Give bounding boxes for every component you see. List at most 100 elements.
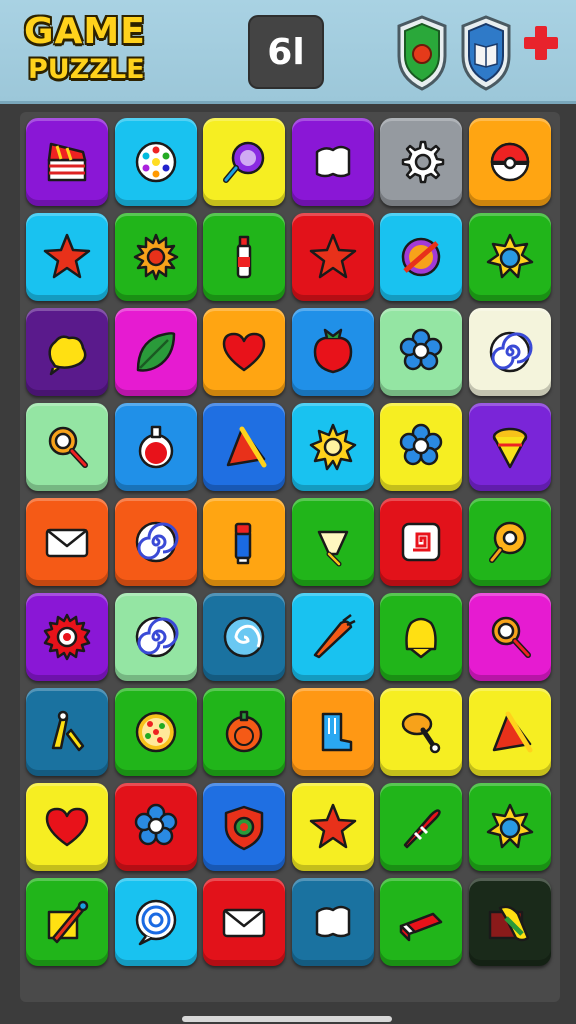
heart-icon: [222, 332, 266, 372]
tile-r8-c4[interactable]: [291, 783, 374, 871]
bottle-icon: [236, 235, 252, 279]
star-ball-icon: [486, 803, 534, 849]
top-bar: GAME PUZZLE 6l: [0, 0, 576, 104]
tile-r3-c3[interactable]: [203, 308, 286, 396]
magnifier-icon: [48, 426, 88, 468]
envelope-icon: [45, 528, 89, 558]
clapperboard-icon: [47, 142, 87, 182]
tile-r4-c1[interactable]: [26, 403, 108, 491]
tile-r1-c6[interactable]: [468, 118, 551, 206]
tile-r7-c4[interactable]: [291, 688, 374, 776]
tile-r1-c4[interactable]: [291, 118, 374, 206]
tile-r8-c1[interactable]: [26, 783, 108, 871]
tile-r9-c3[interactable]: [203, 878, 286, 966]
star-icon: [309, 803, 357, 849]
cloud-icon: [315, 905, 351, 938]
spiral-icon: [135, 521, 179, 563]
tile-r9-c6[interactable]: [468, 878, 551, 966]
tile-r4-c2[interactable]: [114, 403, 197, 491]
tile-r2-c5[interactable]: [380, 213, 463, 301]
logo-title-line2: PUZZLE: [28, 54, 145, 85]
blob-icon: [48, 335, 87, 376]
popsicle-icon: [488, 905, 530, 942]
tile-r9-c5[interactable]: [380, 878, 463, 966]
bell-icon: [405, 617, 438, 659]
tile-r6-c2[interactable]: [114, 593, 197, 681]
tile-r4-c4[interactable]: [291, 403, 374, 491]
tile-r9-c2[interactable]: [114, 878, 197, 966]
tile-r5-c1[interactable]: [26, 498, 108, 586]
tile-r6-c6[interactable]: [468, 593, 551, 681]
tile-r7-c1[interactable]: [26, 688, 108, 776]
green-shield-icon[interactable]: [394, 14, 450, 92]
tile-r4-c3[interactable]: [203, 403, 286, 491]
brush-icon: [47, 900, 89, 944]
pokeball-icon: [490, 142, 530, 182]
tile-r5-c3[interactable]: [203, 498, 286, 586]
tile-r5-c4[interactable]: [291, 498, 374, 586]
tile-r8-c2[interactable]: [114, 783, 197, 871]
tile-r4-c5[interactable]: [380, 403, 463, 491]
swirl-ball-icon: [223, 616, 265, 658]
tile-r3-c4[interactable]: [291, 308, 374, 396]
tile-r7-c5[interactable]: [380, 688, 463, 776]
target-icon: [135, 899, 176, 946]
tile-r1-c1[interactable]: [26, 118, 108, 206]
cloud-icon: [315, 145, 351, 178]
sun-gear-icon: [133, 233, 178, 281]
pens-icon: [51, 710, 85, 752]
gear-icon: [402, 140, 445, 184]
tile-r6-c3[interactable]: [203, 593, 286, 681]
tile-r1-c3[interactable]: [203, 118, 286, 206]
flag-icon: [226, 426, 267, 468]
tile-r6-c5[interactable]: [380, 593, 463, 681]
tile-r9-c4[interactable]: [291, 878, 374, 966]
tile-r2-c1[interactable]: [26, 213, 108, 301]
boot-icon: [321, 712, 353, 752]
tile-r8-c6[interactable]: [468, 783, 551, 871]
add-plus-icon[interactable]: [520, 22, 562, 64]
tile-r8-c5[interactable]: [380, 783, 463, 871]
flower-icon: [400, 423, 443, 466]
tile-r3-c1[interactable]: [26, 308, 108, 396]
game-logo: GAME PUZZLE: [24, 14, 146, 85]
tile-r7-c2[interactable]: [114, 688, 197, 776]
potion-icon: [223, 141, 265, 183]
tile-r6-c1[interactable]: [26, 593, 108, 681]
tile-r8-c3[interactable]: [203, 783, 286, 871]
tile-r1-c2[interactable]: [114, 118, 197, 206]
tile-r2-c6[interactable]: [468, 213, 551, 301]
marker-icon: [234, 522, 252, 565]
flag-icon: [492, 711, 533, 753]
ice-cream-icon: [317, 530, 349, 567]
shield-icon: [224, 805, 264, 851]
sun-icon: [309, 423, 357, 471]
heart-icon: [45, 807, 89, 847]
tile-r5-c6[interactable]: [468, 498, 551, 586]
star-icon: [43, 233, 91, 279]
tile-r2-c4[interactable]: [291, 213, 374, 301]
tile-r7-c3[interactable]: [203, 688, 286, 776]
moves-counter: 6l: [248, 15, 324, 89]
spinning-top-icon: [492, 427, 528, 469]
tile-r7-c6[interactable]: [468, 688, 551, 776]
tile-r2-c3[interactable]: [203, 213, 286, 301]
apple-icon: [225, 710, 263, 753]
tile-r9-c1[interactable]: [26, 878, 108, 966]
flower-icon: [134, 803, 177, 846]
gear-magnifier-icon: [488, 521, 527, 563]
carrot-icon: [313, 614, 356, 659]
flask-icon: [138, 425, 173, 469]
tile-r3-c6[interactable]: [468, 308, 551, 396]
fruit-icon: [313, 328, 353, 374]
tile-r3-c5[interactable]: [380, 308, 463, 396]
tile-r5-c2[interactable]: [114, 498, 197, 586]
tile-r1-c5[interactable]: [380, 118, 463, 206]
tile-r3-c2[interactable]: [114, 308, 197, 396]
tile-r6-c4[interactable]: [291, 593, 374, 681]
book-shield-icon[interactable]: [458, 14, 514, 92]
tile-r5-c5[interactable]: [380, 498, 463, 586]
tile-r2-c2[interactable]: [114, 213, 197, 301]
tile-r4-c6[interactable]: [468, 403, 551, 491]
palette-icon: [135, 141, 176, 183]
